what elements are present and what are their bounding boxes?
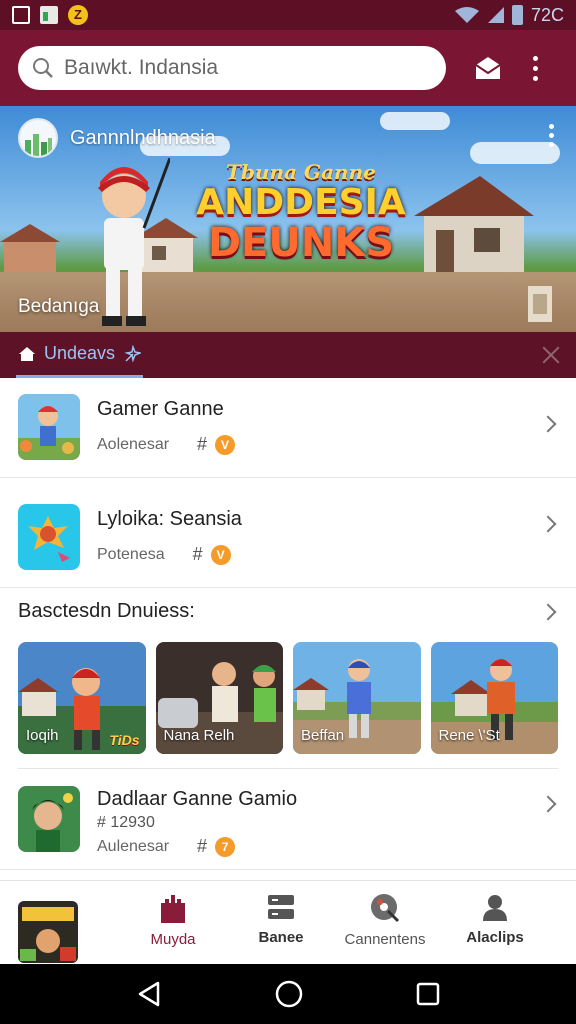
chevron-right-icon[interactable]	[539, 795, 557, 813]
game-logo: Tbuna Ganne ANDDESIA DEUNKS	[196, 160, 406, 264]
nav-item-home[interactable]: Muyda	[118, 893, 228, 948]
chevron-right-icon[interactable]	[539, 415, 557, 433]
nav-item-profile[interactable]: Alaclips	[440, 893, 550, 946]
list-item[interactable]: Gamer Ganne Aolenesar # V	[0, 378, 576, 478]
notification-app-icon	[40, 6, 58, 24]
list-item-code: # 12930	[97, 814, 155, 831]
channel-name: Gannnlndhnasia	[70, 126, 216, 149]
rating-badge: V	[210, 544, 231, 565]
section-title: Basctesdn Dnuiess:	[18, 600, 195, 622]
logo-tagline: Tbuna Ganne	[226, 160, 376, 184]
list-item-title: Dadlaar Ganne Gamio	[97, 788, 298, 810]
nav-label: Cannentens	[344, 931, 426, 948]
back-icon[interactable]	[136, 981, 162, 1007]
carousel-card-label: Nana Relh	[163, 727, 235, 744]
hash-icon: #	[197, 836, 208, 856]
logo-title-line1: ANDDESIA	[196, 182, 406, 223]
logo-title-line2: DEUNKS	[207, 220, 395, 266]
house-illustration	[414, 176, 534, 276]
post-illustration	[528, 286, 552, 322]
close-icon[interactable]	[542, 346, 560, 364]
carousel-card[interactable]: Beffan	[293, 642, 421, 754]
city-skyline-icon	[25, 134, 52, 156]
card-logo-text: TiDs	[109, 732, 140, 748]
channel-avatar[interactable]	[18, 118, 58, 158]
tab-updates[interactable]: Undeavs	[16, 332, 144, 378]
disc-icon	[371, 894, 400, 923]
home-icon	[19, 346, 35, 361]
carousel-card-label: Ioqih	[26, 727, 59, 744]
featured-banner[interactable]: Gannnlndhnasia Tbuna Ganne ANDDESIA DEUN…	[0, 106, 576, 332]
chevron-right-icon[interactable]	[539, 603, 557, 621]
sparkle-icon	[124, 344, 142, 363]
divider	[18, 768, 558, 769]
game-thumbnail	[18, 394, 80, 460]
carousel-card[interactable]: Nana Relh	[155, 642, 283, 754]
list-item-subtitle: Potenesa	[97, 545, 165, 563]
list-item[interactable]: Dadlaar Ganne Gamio # 12930 Aulenesar # …	[0, 770, 576, 870]
carousel-card-label: Beffan	[301, 727, 345, 744]
channel-header[interactable]: Gannnlndhnasia	[18, 118, 216, 158]
home-circle-icon[interactable]	[275, 980, 303, 1008]
nav-item-content[interactable]: Cannentens	[330, 893, 440, 948]
nav-label: Banee	[258, 929, 304, 946]
bottom-navigation: Muyda Banee Cannentens Alaclips	[0, 880, 576, 964]
tab-strip: Undeavs	[0, 332, 576, 378]
status-bar: Z 72C	[0, 0, 576, 30]
screenshot-icon	[12, 6, 30, 24]
nav-label: Alaclips	[466, 929, 524, 946]
carousel-card[interactable]: Rene \'St	[430, 642, 558, 754]
game-thumbnail	[18, 786, 80, 852]
carousel-card[interactable]: Ioqih TiDs	[18, 642, 146, 754]
search-input[interactable]: Baıwkt. Indansia	[18, 46, 446, 90]
hash-icon: #	[197, 434, 208, 454]
rating-badge: 7	[215, 836, 236, 857]
app-screen: Z 72C Baıwkt. Indansia Gannnlndhnasia Tb…	[0, 0, 576, 1024]
rating-badge: V	[215, 434, 236, 455]
tab-label: Undeavs	[44, 343, 116, 363]
search-icon	[33, 58, 53, 78]
banner-more-icon[interactable]	[549, 124, 554, 147]
carousel-card-label: Rene \'St	[438, 727, 500, 744]
system-navigation-bar	[0, 964, 576, 1024]
game-carousel: Ioqih TiDs Nana Relh Beffan Rene \'St	[18, 642, 558, 754]
section-header[interactable]: Basctesdn Dnuiess:	[18, 600, 558, 630]
castle-icon	[161, 895, 185, 923]
more-options-icon[interactable]	[530, 55, 540, 81]
nav-label: Muyda	[150, 931, 196, 948]
now-playing-thumbnail[interactable]	[18, 901, 78, 963]
coin-notification-icon: Z	[68, 5, 88, 25]
storage-icon	[268, 895, 294, 919]
search-placeholder: Baıwkt. Indansia	[64, 56, 219, 79]
mail-icon[interactable]	[474, 55, 502, 81]
person-icon	[483, 895, 507, 921]
signal-icon	[487, 7, 504, 23]
banner-caption: Bedanıga	[18, 296, 100, 317]
nav-item-library[interactable]: Banee	[226, 893, 336, 946]
list-item-subtitle: Aolenesar	[97, 435, 170, 453]
battery-icon	[511, 5, 523, 25]
recents-icon[interactable]	[416, 982, 440, 1006]
hash-icon: #	[192, 544, 203, 564]
game-thumbnail	[18, 504, 80, 570]
chevron-right-icon[interactable]	[539, 515, 557, 533]
list-item-title: Lyloika: Seansia	[97, 508, 242, 530]
house-illustration	[0, 224, 60, 276]
wifi-icon	[454, 7, 479, 23]
top-app-bar: Baıwkt. Indansia	[0, 30, 576, 106]
list-item-title: Gamer Ganne	[97, 398, 224, 420]
list-item[interactable]: Lyloika: Seansia Potenesa # V	[0, 488, 576, 588]
status-time: 72C	[530, 4, 564, 25]
list-item-subtitle: Aulenesar	[97, 837, 170, 855]
